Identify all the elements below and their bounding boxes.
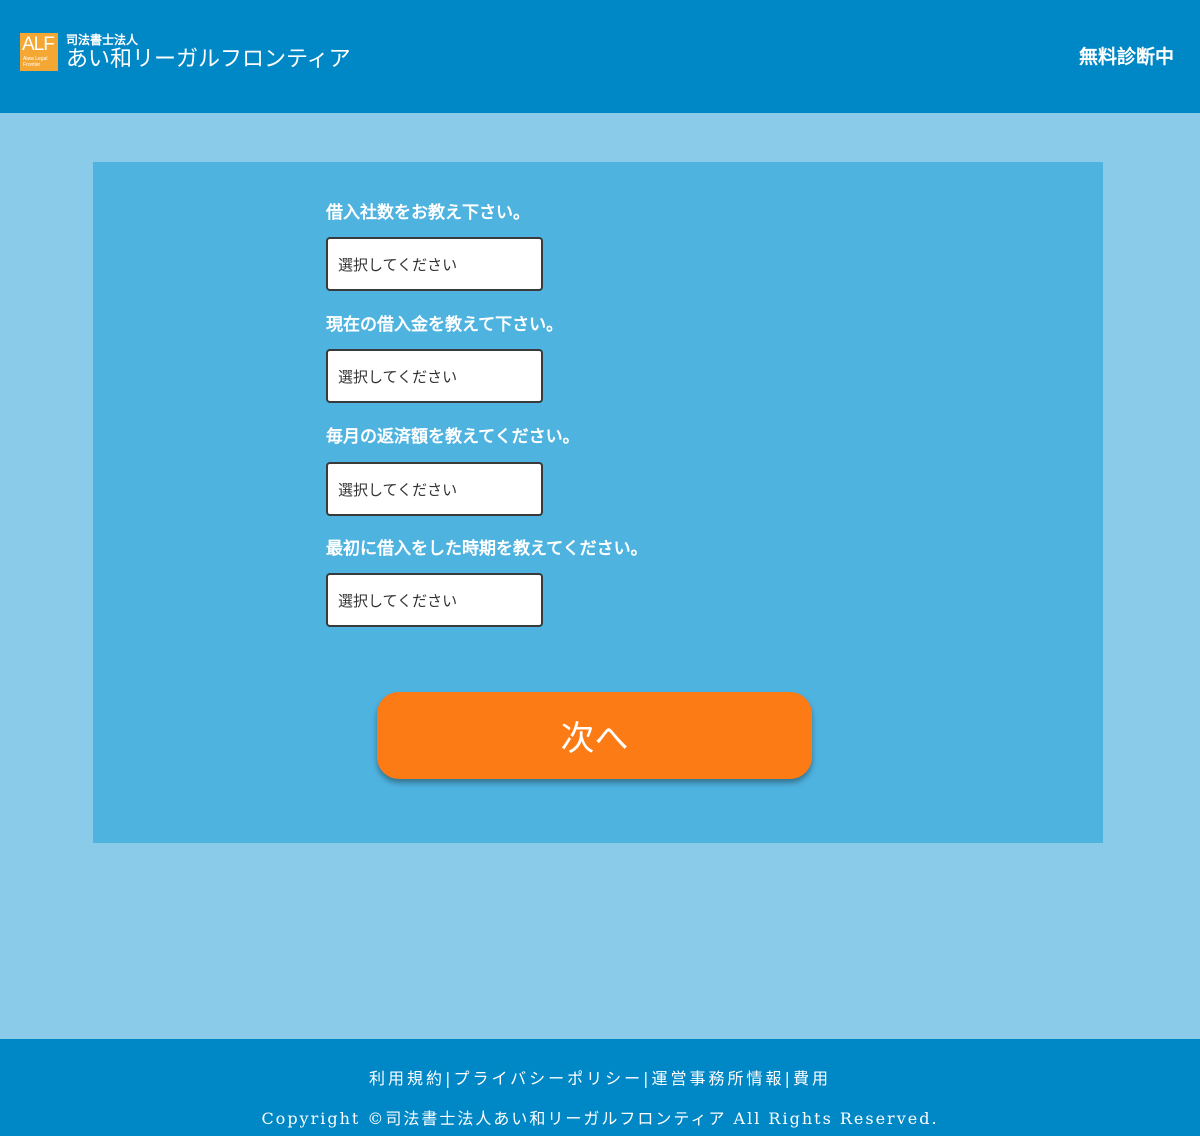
- select-lenders-count[interactable]: 選択してください: [326, 237, 543, 291]
- select-monthly-payment[interactable]: 選択してください: [326, 462, 543, 516]
- question-label-first-borrow-date: 最初に借入をした時期を教えてください。: [326, 539, 648, 559]
- footer-links: 利用規約|プライバシーポリシー|運営事務所情報|費用: [0, 1065, 1200, 1089]
- footer-link-terms[interactable]: 利用規約: [369, 1069, 445, 1088]
- free-diagnosis-badge: 無料診断中: [1078, 46, 1174, 68]
- logo-subtitle: 司法書士法人: [66, 33, 139, 47]
- next-button[interactable]: 次へ: [377, 692, 812, 779]
- footer-link-fees[interactable]: 費用: [793, 1069, 831, 1088]
- site-logo[interactable]: ALF Aiwa Legal Frontier 司法書士法人 あい和リーガルフロ…: [20, 33, 351, 73]
- question-label-current-debt: 現在の借入金を教えて下さい。: [326, 315, 564, 335]
- select-current-debt[interactable]: 選択してください: [326, 349, 543, 403]
- logo-mark-subtext: Aiwa Legal Frontier: [23, 56, 48, 68]
- copyright-text: Copyright ©司法書士法人あい和リーガルフロンティア All Right…: [261, 1109, 939, 1128]
- footer-link-office-info[interactable]: 運営事務所情報: [652, 1069, 785, 1088]
- footer-separator: |: [643, 1069, 652, 1088]
- footer-separator: |: [784, 1069, 793, 1088]
- select-first-borrow-date[interactable]: 選択してください: [326, 573, 543, 627]
- logo-text: 司法書士法人 あい和リーガルフロンティア: [66, 33, 351, 73]
- site-footer: 利用規約|プライバシーポリシー|運営事務所情報|費用 Copyright ©司法…: [0, 1039, 1200, 1136]
- footer-link-privacy[interactable]: プライバシーポリシー: [453, 1069, 643, 1088]
- question-label-monthly-payment: 毎月の返済額を教えてください。: [326, 427, 580, 447]
- logo-mark-text: ALF: [22, 34, 55, 55]
- site-header: ALF Aiwa Legal Frontier 司法書士法人 あい和リーガルフロ…: [0, 0, 1200, 113]
- diagnosis-form-panel: 借入社数をお教え下さい。 選択してください 現在の借入金を教えて下さい。 選択し…: [93, 162, 1103, 843]
- logo-title: あい和リーガルフロンティア: [66, 47, 351, 72]
- question-label-lenders: 借入社数をお教え下さい。: [326, 203, 530, 223]
- logo-mark-icon: ALF Aiwa Legal Frontier: [20, 33, 58, 71]
